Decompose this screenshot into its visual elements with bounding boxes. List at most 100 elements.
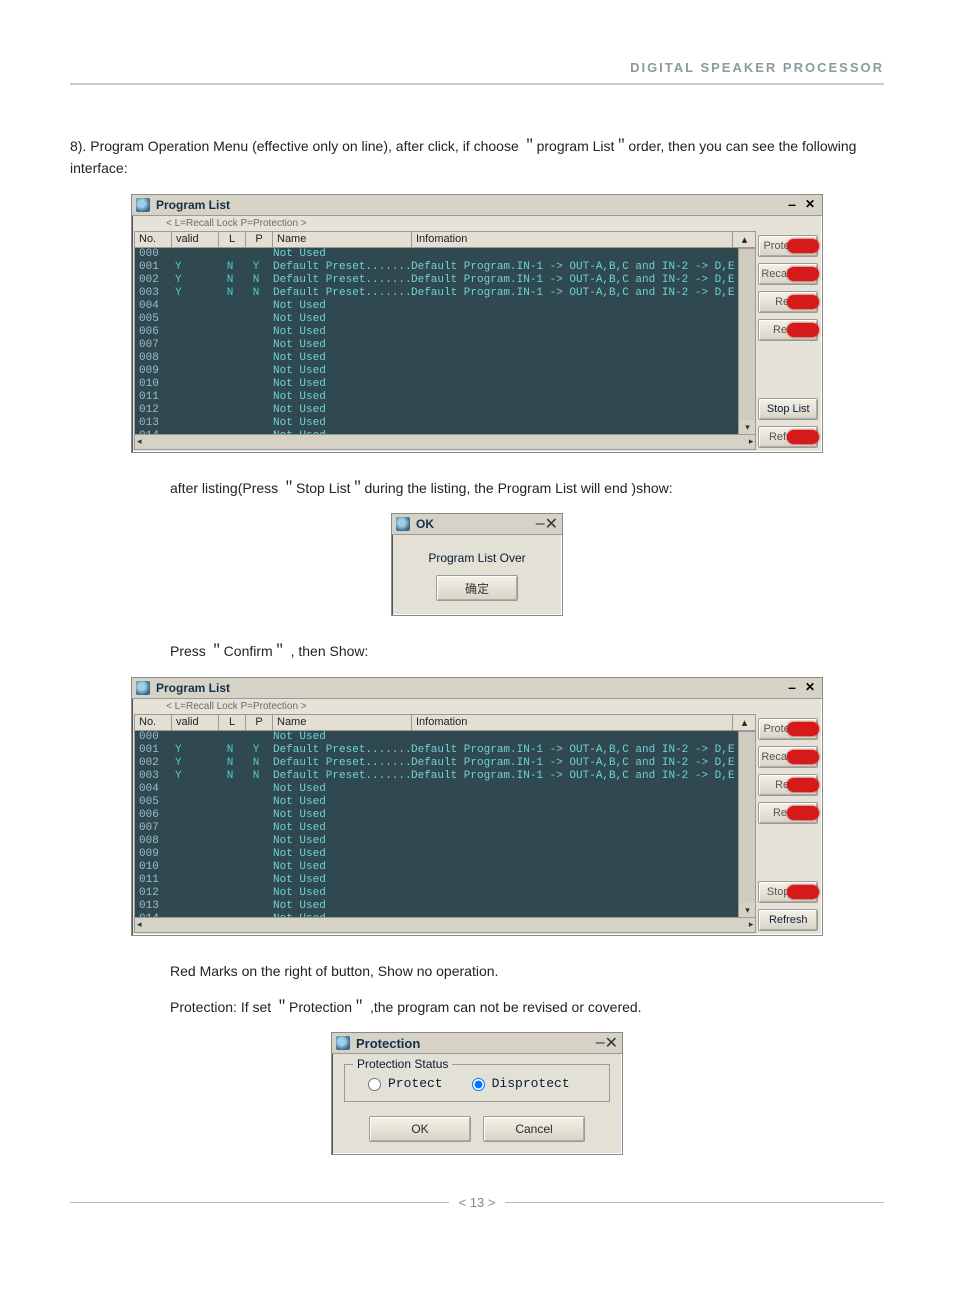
minimize-button[interactable]: – <box>784 681 800 695</box>
col-header-no[interactable]: No. <box>135 232 172 247</box>
table-row[interactable]: 011Not Used <box>135 874 738 887</box>
table-row[interactable]: 008Not Used <box>135 352 738 365</box>
protect-radio[interactable]: Protect <box>363 1075 443 1091</box>
table-row[interactable]: 001YNYDefault Preset.......Default Progr… <box>135 744 738 757</box>
recall-button[interactable]: Recall <box>758 319 818 341</box>
table-row[interactable]: 004Not Used <box>135 783 738 796</box>
recall-lock-button[interactable]: RecallLock <box>758 263 818 285</box>
window-title: Program List <box>156 681 784 695</box>
table-row[interactable]: 009Not Used <box>135 848 738 861</box>
table-row[interactable]: 003YNNDefault Preset.......Default Progr… <box>135 770 738 783</box>
table-row[interactable]: 004Not Used <box>135 300 738 313</box>
red-mark-icon <box>787 267 819 281</box>
grid-headers: No. valid L P Name Infomation ▴ <box>134 714 756 731</box>
col-header-info[interactable]: Infomation <box>412 715 733 730</box>
protection-button[interactable]: Protection <box>758 718 818 740</box>
col-header-name[interactable]: Name <box>273 715 412 730</box>
col-header-p[interactable]: P <box>246 715 273 730</box>
scroll-up-icon[interactable]: ▴ <box>733 715 755 730</box>
recall-button[interactable]: Recall <box>758 802 818 824</box>
recall-lock-button[interactable]: RecallLock <box>758 746 818 768</box>
protection-text: Protection: If set ＂Protection＂ ,the pro… <box>170 996 884 1018</box>
minimize-button[interactable]: – <box>784 198 800 212</box>
table-row[interactable]: 005Not Used <box>135 313 738 326</box>
stop-list-button[interactable]: Stop List <box>758 398 818 420</box>
col-header-l[interactable]: L <box>219 232 246 247</box>
close-button[interactable]: ✕ <box>802 198 818 212</box>
disprotect-radio[interactable]: Disprotect <box>467 1075 570 1091</box>
col-header-info[interactable]: Infomation <box>412 232 733 247</box>
vertical-scrollbar[interactable]: ▾ <box>739 248 756 435</box>
stop-list-button[interactable]: Stop List <box>758 881 818 903</box>
horizontal-scrollbar[interactable]: ◂▸ <box>134 918 756 933</box>
table-row[interactable]: 007Not Used <box>135 339 738 352</box>
horizontal-scrollbar[interactable]: ◂▸ <box>134 435 756 450</box>
table-row[interactable]: 011Not Used <box>135 391 738 404</box>
col-header-valid[interactable]: valid <box>172 715 219 730</box>
col-header-valid[interactable]: valid <box>172 232 219 247</box>
table-row[interactable]: 010Not Used <box>135 861 738 874</box>
table-row[interactable]: 003YNNDefault Preset.......Default Progr… <box>135 287 738 300</box>
col-header-p[interactable]: P <box>246 232 273 247</box>
close-button[interactable]: ✕ <box>802 681 818 695</box>
page-footer: < 13 > <box>70 1195 884 1210</box>
close-button[interactable]: ✕ <box>605 1033 618 1053</box>
col-header-name[interactable]: Name <box>273 232 412 247</box>
protect-radio-label: Protect <box>388 1076 443 1091</box>
table-row[interactable]: 000Not Used <box>135 731 738 744</box>
header-divider <box>70 83 884 85</box>
vertical-scrollbar[interactable]: ▾ <box>739 731 756 918</box>
read-button[interactable]: Read <box>758 774 818 796</box>
confirm-button[interactable]: 确定 <box>436 575 518 601</box>
disprotect-radio-input[interactable] <box>472 1078 485 1091</box>
grid-rows[interactable]: 000Not Used001YNYDefault Preset.......De… <box>134 248 739 435</box>
group-label: Protection Status <box>353 1057 452 1071</box>
table-row[interactable]: 013Not Used <box>135 900 738 913</box>
close-button[interactable]: ✕ <box>545 514 558 534</box>
red-mark-icon <box>787 885 819 899</box>
section-8-intro: 8). Program Operation Menu (effective on… <box>70 135 884 180</box>
table-row[interactable]: 006Not Used <box>135 326 738 339</box>
table-row[interactable]: 005Not Used <box>135 796 738 809</box>
red-mark-icon <box>787 295 819 309</box>
table-row[interactable]: 008Not Used <box>135 835 738 848</box>
table-row[interactable]: 014Not Used <box>135 430 738 435</box>
table-row[interactable]: 012Not Used <box>135 887 738 900</box>
table-row[interactable]: 002YNNDefault Preset.......Default Progr… <box>135 274 738 287</box>
protect-radio-input[interactable] <box>368 1078 381 1091</box>
table-row[interactable]: 002YNNDefault Preset.......Default Progr… <box>135 757 738 770</box>
table-row[interactable]: 000Not Used <box>135 248 738 261</box>
table-row[interactable]: 001YNYDefault Preset.......Default Progr… <box>135 261 738 274</box>
table-row[interactable]: 010Not Used <box>135 378 738 391</box>
grid-rows[interactable]: 000Not Used001YNYDefault Preset.......De… <box>134 731 739 918</box>
col-header-no[interactable]: No. <box>135 715 172 730</box>
window-title: Program List <box>156 198 784 212</box>
app-icon <box>136 198 150 212</box>
protection-dialog: Protection – ✕ Protection Status Protect… <box>331 1032 623 1155</box>
refresh-button[interactable]: Refresh <box>758 426 818 448</box>
minimize-button[interactable]: – <box>536 515 545 533</box>
refresh-button[interactable]: Refresh <box>758 909 818 931</box>
cancel-button[interactable]: Cancel <box>483 1116 585 1142</box>
table-row[interactable]: 006Not Used <box>135 809 738 822</box>
col-header-l[interactable]: L <box>219 715 246 730</box>
minimize-button[interactable]: – <box>596 1034 605 1052</box>
read-button[interactable]: Read <box>758 291 818 313</box>
after-listing-text: after listing(Press ＂Stop List＂during th… <box>170 477 884 499</box>
table-row[interactable]: 013Not Used <box>135 417 738 430</box>
titlebar: Program List – ✕ <box>132 678 822 699</box>
red-mark-icon <box>787 806 819 820</box>
scroll-up-icon[interactable]: ▴ <box>733 232 755 247</box>
ok-button[interactable]: OK <box>369 1116 471 1142</box>
table-row[interactable]: 009Not Used <box>135 365 738 378</box>
grid-headers: No. valid L P Name Infomation ▴ <box>134 231 756 248</box>
protection-status-group: Protection Status Protect Disprotect <box>344 1064 610 1102</box>
program-list-window-1: Program List – ✕ < L=Recall Lock P=Prote… <box>131 194 823 453</box>
table-row[interactable]: 014Not Used <box>135 913 738 918</box>
page-number: < 13 > <box>449 1195 506 1210</box>
red-marks-text: Red Marks on the right of button, Show n… <box>170 960 884 982</box>
table-row[interactable]: 012Not Used <box>135 404 738 417</box>
table-row[interactable]: 007Not Used <box>135 822 738 835</box>
app-icon <box>396 517 410 531</box>
protection-button[interactable]: Protection <box>758 235 818 257</box>
